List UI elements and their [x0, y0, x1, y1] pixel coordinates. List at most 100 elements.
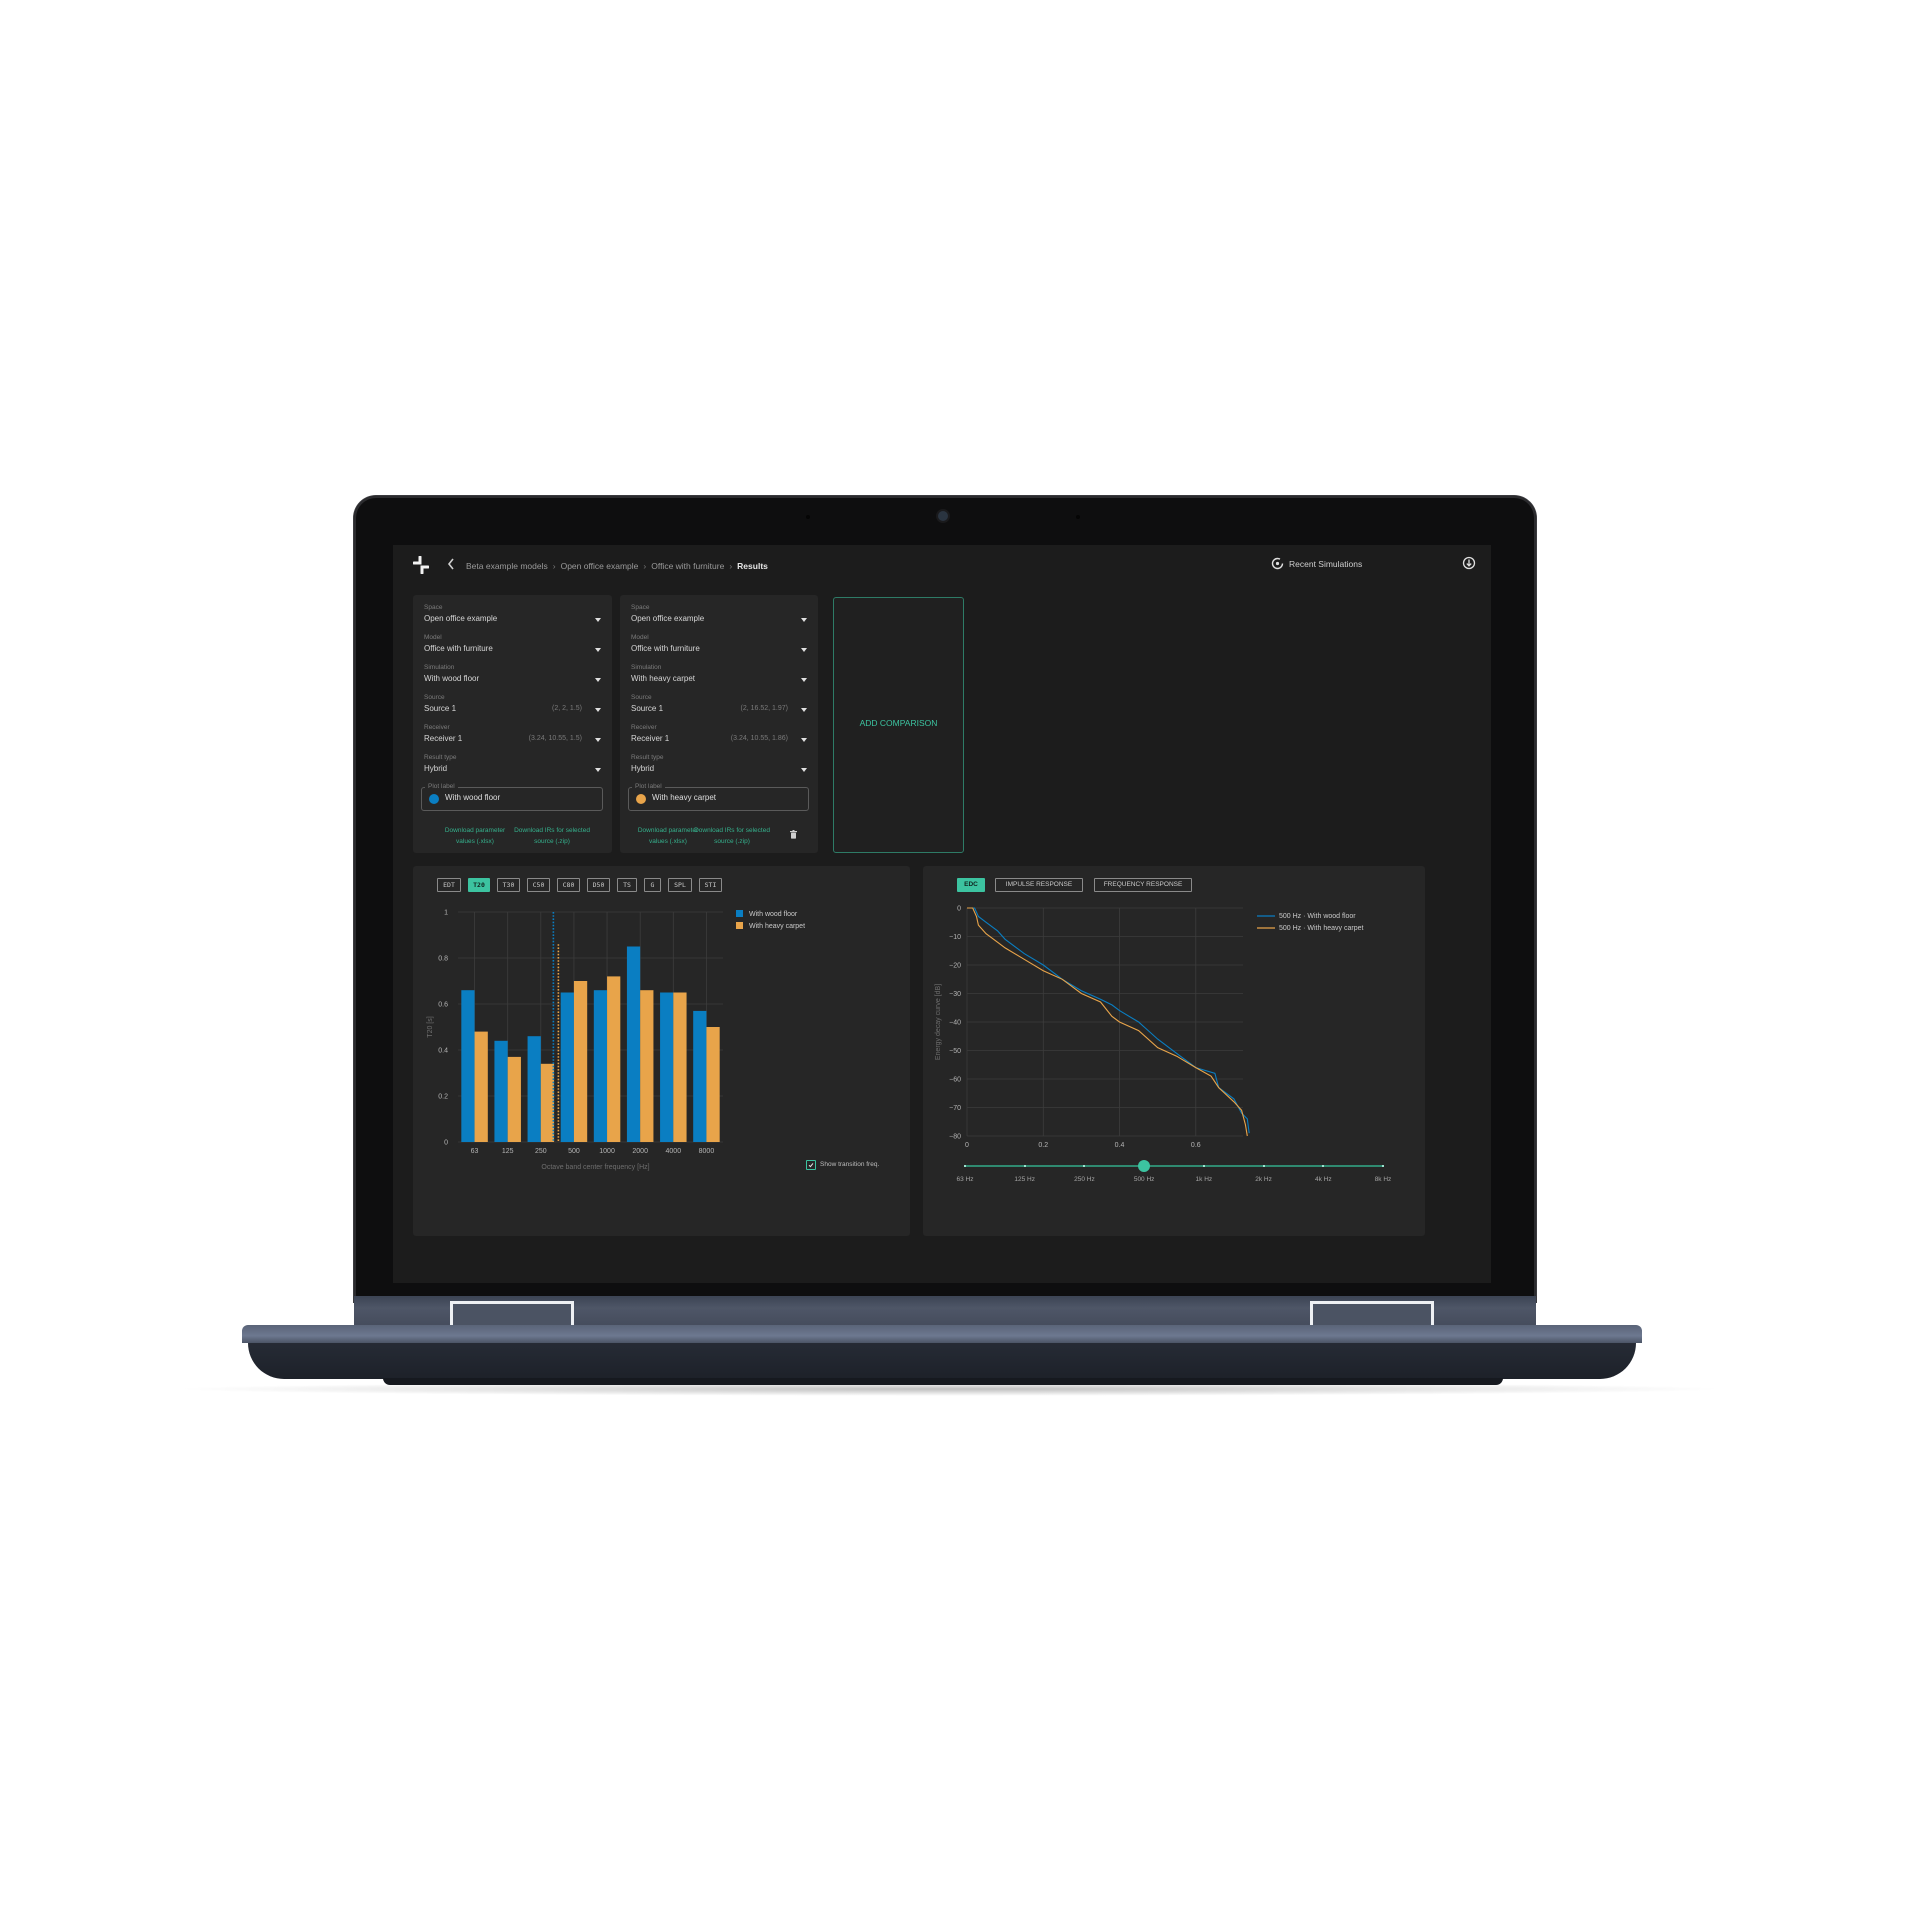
slider-tick [1262, 1165, 1265, 1167]
model-value: Office with furniture [424, 644, 493, 653]
model-select[interactable]: Model Office with furniture [413, 632, 612, 658]
receiver-value: Receiver 1 [631, 734, 670, 743]
model-label: Model [631, 634, 649, 641]
tab-edt[interactable]: EDT [437, 878, 461, 892]
download-icon[interactable] [1462, 556, 1476, 570]
show-transition-label: Show transition freq. [820, 1161, 880, 1168]
plot-label-input[interactable]: Plot label With heavy carpet [628, 783, 809, 811]
download-irs-link[interactable]: Download IRs for selected source (.zip) [692, 825, 772, 847]
series-color-swatch[interactable] [429, 794, 439, 804]
bar-wood-floor-1000 [593, 990, 608, 1142]
tab-edc[interactable]: EDC [957, 878, 985, 892]
slider-tick [1382, 1165, 1384, 1167]
result-type-label: Result type [631, 754, 664, 761]
checkmark-icon [808, 1163, 814, 1168]
x-tick-label: 63 [471, 1148, 479, 1155]
source-label: Source [631, 694, 652, 701]
tab-c50[interactable]: C50 [527, 878, 550, 892]
x-tick-label: 500 [568, 1148, 580, 1155]
simulation-label: Simulation [424, 664, 455, 671]
slider-thumb[interactable] [1138, 1160, 1151, 1172]
model-select[interactable]: Model Office with furniture [620, 632, 818, 658]
legend-label: With heavy carpet [749, 923, 805, 930]
space-select[interactable]: Space Open office example [620, 602, 818, 628]
slider-tick-label: 4k Hz [1314, 1176, 1332, 1183]
result-type-label: Result type [424, 754, 457, 761]
breadcrumb-item[interactable]: Office with furniture [651, 561, 724, 571]
simulation-select[interactable]: Simulation With heavy carpet [620, 662, 818, 688]
laptop-foot [383, 1378, 1503, 1385]
response-chart-panel: EDC IMPULSE RESPONSE FREQUENCY RESPONSE 0 −… [923, 866, 1425, 1236]
show-transition-checkbox[interactable] [806, 1160, 816, 1170]
slider-tick-label: 63 Hz [956, 1176, 974, 1183]
app-logo-icon[interactable] [413, 556, 429, 574]
tab-frequency-response[interactable]: FREQUENCY RESPONSE [1094, 878, 1192, 892]
source-select[interactable]: Source Source 1 (2, 16.52, 1.97) [620, 692, 818, 718]
space-value: Open office example [631, 614, 705, 623]
bar-heavy-carpet-500 [573, 981, 588, 1142]
add-comparison-label: ADD COMPARISON [859, 718, 938, 728]
tab-impulse-response[interactable]: IMPULSE RESPONSE [995, 878, 1083, 892]
y-tick-label: 0.6 [438, 1002, 448, 1009]
result-type-select[interactable]: Result type Hybrid [620, 752, 818, 778]
slider-track[interactable] [965, 1165, 1383, 1167]
result-type-select[interactable]: Result type Hybrid [413, 752, 612, 778]
y-tick-label: 0.2 [438, 1094, 448, 1101]
slider-tick [1202, 1165, 1205, 1167]
slider-tick-label: 125 Hz [1014, 1176, 1035, 1183]
download-irs-link[interactable]: Download IRs for selected source (.zip) [512, 825, 592, 847]
tab-ts[interactable]: TS [617, 878, 637, 892]
receiver-select[interactable]: Receiver Receiver 1 (3.24, 10.55, 1.5) [413, 722, 612, 748]
dropdown-caret-icon [801, 678, 807, 682]
plot-label-value: With wood floor [445, 793, 501, 802]
x-tick-label: 0 [965, 1142, 969, 1149]
receiver-coordinates: (3.24, 10.55, 1.86) [730, 735, 788, 742]
breadcrumb: Beta example models › Open office example ›… [466, 561, 768, 571]
x-tick-label: 0.6 [1191, 1142, 1201, 1149]
laptop-base [248, 1343, 1636, 1379]
source-label: Source [424, 694, 445, 701]
slider-tick-label: 1k Hz [1195, 1176, 1213, 1183]
series-color-swatch[interactable] [636, 794, 646, 804]
tab-g[interactable]: G [644, 878, 661, 892]
breadcrumb-item[interactable]: Beta example models [466, 561, 548, 571]
y-tick-label: −70 [949, 1105, 961, 1112]
slider-tick [1023, 1165, 1026, 1167]
tab-c80[interactable]: C80 [557, 878, 580, 892]
laptop-hinge [1310, 1301, 1434, 1327]
delete-icon[interactable] [790, 830, 797, 839]
tab-d50[interactable]: D50 [587, 878, 610, 892]
frequency-slider[interactable]: 63 Hz 125 Hz 250 Hz 500 Hz 1k Hz 2k Hz 4k Hz 8k… [923, 1156, 1425, 1196]
tab-t20[interactable]: T20 [468, 878, 490, 892]
simulation-select[interactable]: Simulation With wood floor [413, 662, 612, 688]
x-tick-label: 1000 [599, 1148, 615, 1155]
bar-heavy-carpet-1000 [607, 976, 621, 1142]
tab-sti[interactable]: STI [699, 878, 722, 892]
bar-heavy-carpet-8000 [706, 1027, 720, 1142]
legend-swatch [736, 922, 743, 929]
receiver-select[interactable]: Receiver Receiver 1 (3.24, 10.55, 1.86) [620, 722, 818, 748]
bar-wood-floor-2000 [626, 946, 641, 1142]
download-parameters-link[interactable]: Download parameter values (.xlsx) [435, 825, 515, 847]
sensor-dot [806, 515, 810, 519]
breadcrumb-separator: › [729, 561, 733, 571]
x-tick-label: 8000 [699, 1148, 715, 1155]
breadcrumb-item[interactable]: Open office example [561, 561, 639, 571]
space-select[interactable]: Space Open office example [413, 602, 612, 628]
tab-spl[interactable]: SPL [668, 878, 692, 892]
tab-t30[interactable]: T30 [497, 878, 520, 892]
x-tick-label: 0.4 [1115, 1142, 1125, 1149]
add-comparison-button[interactable]: ADD COMPARISON [833, 597, 964, 853]
y-tick-label: −30 [949, 991, 961, 998]
space-label: Space [631, 604, 650, 611]
y-tick-label: 1 [444, 910, 448, 917]
source-select[interactable]: Source Source 1 (2, 2, 1.5) [413, 692, 612, 718]
dropdown-caret-icon [595, 738, 601, 742]
x-tick-label: 250 [535, 1148, 547, 1155]
back-chevron-icon[interactable] [447, 558, 455, 570]
breadcrumb-separator: › [643, 561, 647, 571]
plot-label-input[interactable]: Plot label With wood floor [421, 783, 603, 811]
legend-swatch [736, 910, 743, 917]
dropdown-caret-icon [801, 708, 807, 712]
y-tick-label: −20 [949, 963, 961, 970]
